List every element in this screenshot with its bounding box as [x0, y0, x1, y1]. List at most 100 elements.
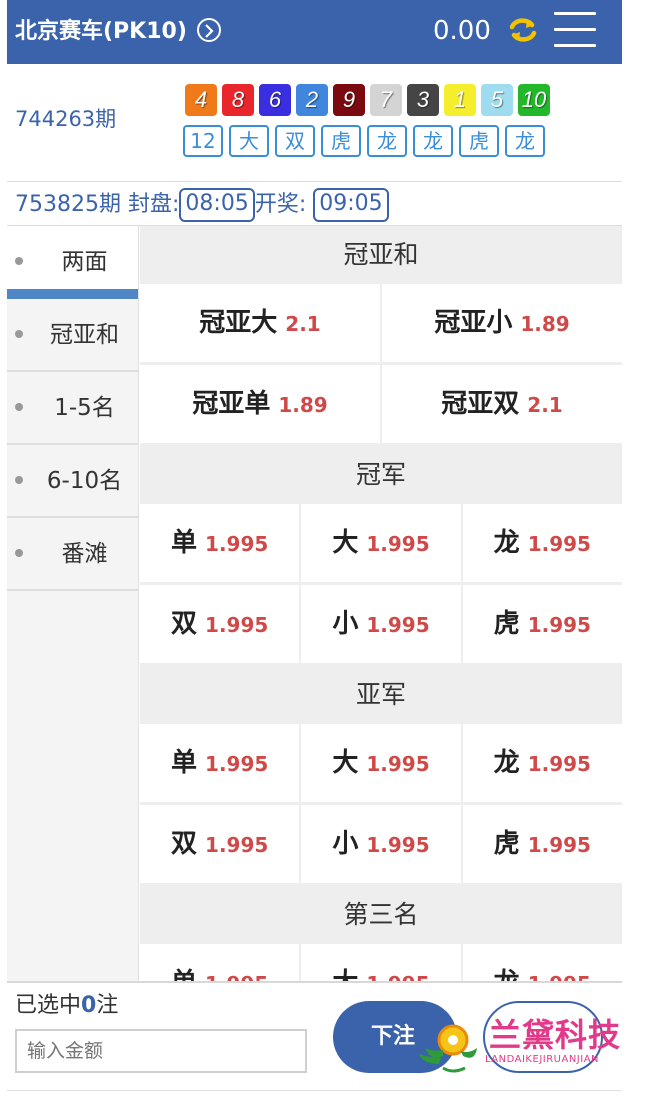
section-title: 亚军: [355, 680, 406, 709]
close-label: 封盘:: [127, 192, 180, 217]
sidebar-item-label: 番滩: [61, 541, 108, 567]
last-draw-issue: 744263期: [15, 107, 117, 131]
sidebar-item-label: 1-5名: [54, 395, 115, 421]
odds-row: 冠亚单 1.89 冠亚双 2.1: [140, 365, 622, 443]
draw-result-tag: 大: [229, 125, 269, 157]
secondary-button[interactable]: [483, 1001, 603, 1073]
bet-option[interactable]: 冠亚小 1.89: [382, 284, 622, 362]
period-issue: 753825期: [15, 192, 121, 217]
sidebar-item-3[interactable]: 1-5名: [7, 372, 138, 445]
bet-option-odds: 1.89: [520, 312, 570, 336]
draw-result-tag: 龙: [413, 125, 453, 157]
balance-amount: 0.00: [433, 16, 491, 46]
bet-option[interactable]: 龙 1.995: [462, 724, 622, 802]
bet-option-name: 单: [171, 968, 197, 981]
bet-option-name: 大: [332, 748, 359, 778]
bet-option-name: 冠亚单: [192, 389, 271, 419]
sidebar-item-1[interactable]: 两面: [7, 226, 138, 299]
bet-option[interactable]: 双 1.995: [140, 585, 300, 663]
bet-option-odds: 1.995: [205, 752, 269, 776]
bet-option-odds: 1.995: [527, 833, 591, 857]
bet-option[interactable]: 双 1.995: [140, 805, 300, 883]
last-draw-panel: 744263期: [7, 64, 622, 182]
bet-option[interactable]: 大 1.995: [301, 944, 461, 981]
app-frame: 北京赛车(PK10) 0.00 744263期 4 8 6 2 9 7 3 1 5 10 12 大双…: [7, 0, 622, 1098]
draw-number-ball: 2: [296, 84, 328, 116]
sidebar-item-4[interactable]: 6-10名: [7, 445, 138, 518]
odds-row: 双 1.995 小 1.995 虎 1.995: [140, 805, 622, 883]
draw-results: 12 大双虎龙龙虎龙: [183, 125, 551, 157]
hamburger-menu-icon[interactable]: [554, 12, 596, 48]
odds-row: 单 1.995 大 1.995 龙 1.995: [140, 944, 622, 981]
bet-option[interactable]: 龙 1.995: [462, 504, 622, 582]
bet-option-odds: 1.995: [205, 833, 269, 857]
bet-option[interactable]: 冠亚单 1.89: [140, 365, 380, 443]
odds-row: 单 1.995 大 1.995 龙 1.995: [140, 504, 622, 582]
bet-option-odds: 1.995: [527, 613, 591, 637]
footer-bottom-bar: [7, 1090, 622, 1098]
bet-option-name: 小: [332, 609, 359, 639]
bet-option-odds: 1.995: [366, 972, 429, 981]
selected-count: 0: [81, 993, 97, 1018]
bet-option-odds: 1.995: [366, 613, 430, 637]
right-gutter: [622, 0, 645, 1098]
bullet-icon: [15, 330, 23, 338]
bet-option[interactable]: 小 1.995: [301, 805, 461, 883]
draw-result-tag: 12: [183, 125, 223, 157]
draw-result-tag: 龙: [505, 125, 545, 157]
selection-summary: 已选中0注: [15, 993, 119, 1018]
sidebar-item-2[interactable]: 冠亚和: [7, 299, 138, 372]
bet-option[interactable]: 单 1.995: [140, 504, 300, 582]
betting-grid: 冠亚和 冠亚大 2.1 冠亚小 1.89 冠亚单 1.89 冠亚双 2.1 冠军单 1.995 大 1.…: [140, 226, 622, 981]
bet-option[interactable]: 单 1.995: [140, 944, 300, 981]
draw-result-tag: 双: [275, 125, 315, 157]
current-period-bar: 753825期 封盘: 08:05 开奖: 09:05: [7, 182, 622, 226]
bet-option[interactable]: 冠亚双 2.1: [382, 365, 622, 443]
draw-number-ball: 6: [259, 84, 291, 116]
bet-option[interactable]: 单 1.995: [140, 724, 300, 802]
draw-number-ball: 4: [185, 84, 217, 116]
open-countdown: 09:05: [313, 188, 389, 222]
draw-numbers: 4 8 6 2 9 7 3 1 5 10: [185, 84, 555, 116]
bet-option-name: 双: [171, 609, 198, 639]
draw-number-ball: 8: [222, 84, 254, 116]
bet-option-odds: 1.995: [366, 833, 430, 857]
bet-option-odds: 1.995: [366, 752, 430, 776]
bet-option-name: 双: [171, 829, 198, 859]
bet-option-name: 小: [332, 829, 359, 859]
section-title: 冠亚和: [343, 240, 419, 269]
bet-option[interactable]: 大 1.995: [301, 504, 461, 582]
bet-option-name: 龙: [494, 968, 520, 981]
bet-option-name: 龙: [493, 748, 520, 778]
bet-option[interactable]: 大 1.995: [301, 724, 461, 802]
bet-option-odds: 2.1: [527, 393, 563, 417]
bet-option[interactable]: 小 1.995: [301, 585, 461, 663]
amount-input[interactable]: [15, 1029, 307, 1073]
sidebar-item-label: 6-10名: [46, 468, 123, 494]
draw-number-ball: 9: [333, 84, 365, 116]
bet-option-odds: 1.995: [205, 613, 269, 637]
draw-number-ball: 7: [370, 84, 402, 116]
bullet-icon: [15, 403, 23, 411]
bet-option[interactable]: 龙 1.995: [462, 944, 622, 981]
category-sidebar: 两面冠亚和 1-5名 6-10名番滩: [7, 226, 139, 981]
odds-row: 双 1.995 小 1.995 虎 1.995: [140, 585, 622, 663]
bet-option-odds: 1.89: [278, 393, 328, 417]
close-countdown: 08:05: [179, 188, 255, 222]
draw-number-ball: 3: [407, 84, 439, 116]
sidebar-item-5[interactable]: 番滩: [7, 518, 138, 591]
open-label: 开奖:: [254, 192, 307, 217]
draw-result-tag: 虎: [459, 125, 499, 157]
bet-option[interactable]: 虎 1.995: [462, 805, 622, 883]
draw-number-ball: 10: [518, 84, 550, 116]
bet-option-name: 冠亚大: [199, 308, 278, 338]
chevron-right-circle-icon[interactable]: [197, 18, 221, 42]
sidebar-item-label: 冠亚和: [50, 322, 119, 348]
submit-bet-button[interactable]: 下注: [333, 1001, 457, 1073]
bet-option[interactable]: 冠亚大 2.1: [140, 284, 380, 362]
bet-option[interactable]: 虎 1.995: [462, 585, 622, 663]
swap-arrows-icon[interactable]: [507, 14, 539, 46]
lottery-title[interactable]: 北京赛车(PK10): [15, 16, 187, 48]
bet-option-name: 单: [171, 748, 198, 778]
section-title: 冠军: [355, 460, 406, 489]
